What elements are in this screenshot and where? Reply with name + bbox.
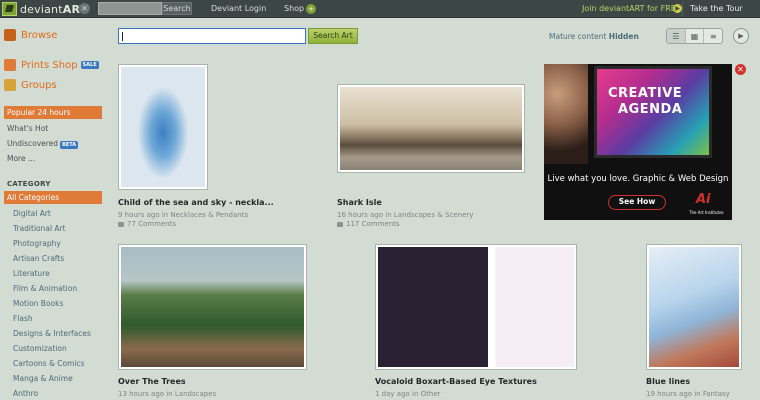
shop-add-icon[interactable]: + [306, 4, 316, 14]
artwork-title[interactable]: Child of the sea and sky - neckla... [118, 198, 274, 207]
shop-bag-icon [4, 59, 16, 71]
beta-badge: BETA [60, 141, 79, 149]
artwork-title[interactable]: Over The Trees [118, 377, 186, 386]
shop-link[interactable]: Shop [284, 4, 304, 13]
ad-tagline: Live what you love. Graphic & Web Design [547, 174, 729, 184]
divider [682, 2, 683, 16]
ad-headline: CREATIVE [608, 86, 683, 101]
category-item[interactable]: Manga & Anime [13, 374, 73, 383]
category-item[interactable]: Anthro [13, 389, 38, 398]
advertisement[interactable]: CREATIVE AGENDA Live what you love. Grap… [544, 64, 732, 220]
join-link[interactable]: Join deviantART for FREE [582, 4, 681, 13]
ad-logo-sub: The Art Institutes [689, 210, 724, 215]
deviantart-logo[interactable]: deviantART [2, 1, 87, 17]
artwork-comments[interactable]: 117 Comments [337, 220, 400, 228]
artwork-thumbnail[interactable] [118, 64, 208, 190]
deviant-login-link[interactable]: Deviant Login [211, 4, 266, 13]
category-item[interactable]: Literature [13, 269, 50, 278]
list-view-icon[interactable]: ☰ [667, 29, 686, 43]
browse-label: Browse [21, 29, 58, 41]
browse-icon [4, 29, 16, 41]
close-icon[interactable]: ✕ [79, 3, 90, 14]
arrow-right-icon[interactable]: ▶ [673, 4, 682, 13]
logo-text: deviantART [20, 2, 88, 16]
over-the-trees-image [121, 247, 304, 367]
prints-label: Prints Shop [21, 59, 78, 71]
category-item[interactable]: Cartoons & Comics [13, 359, 85, 368]
groups-link[interactable]: Groups [4, 78, 57, 92]
logo-icon [2, 2, 17, 16]
ad-person-image [544, 64, 588, 164]
more-link[interactable]: More ... [7, 154, 35, 163]
ad-headline: AGENDA [618, 102, 683, 117]
artwork-meta: 1 day ago in Other [375, 390, 441, 398]
close-ad-icon[interactable]: ✕ [735, 64, 746, 75]
category-item[interactable]: Customization [13, 344, 67, 353]
play-icon[interactable]: ▶ [733, 28, 749, 44]
artwork-title[interactable]: Blue lines [646, 377, 690, 386]
popular-24-hours-tab[interactable]: Popular 24 hours [4, 106, 102, 119]
artwork-thumbnail[interactable] [337, 84, 525, 173]
mature-content-toggle[interactable]: Mature content Hidden [549, 32, 639, 41]
view-mode-group: ☰ ▦ ≡ [666, 28, 723, 44]
eye-textures-image [378, 247, 574, 367]
artwork-meta: 9 hours ago in Necklaces & Pendants [118, 211, 249, 219]
prints-shop-link[interactable]: Prints Shop SALE [4, 58, 99, 72]
undiscovered-link[interactable]: Undiscovered BETA [7, 139, 79, 149]
artwork-title[interactable]: Vocaloid Boxart-Based Eye Textures [375, 377, 537, 386]
top-search-input[interactable] [98, 2, 162, 15]
category-item[interactable]: Digital Art [13, 209, 51, 218]
search-art-input[interactable] [118, 28, 306, 44]
category-item[interactable]: Flash [13, 314, 33, 323]
category-item[interactable]: Film & Animation [13, 284, 77, 293]
ad-logo: Ai [696, 192, 711, 207]
groups-label: Groups [21, 79, 57, 91]
ad-see-how-button[interactable]: See How [608, 195, 666, 210]
sale-badge: SALE [80, 61, 99, 69]
all-categories-tab[interactable]: All Categories [4, 191, 102, 204]
top-bar: deviantART ✕ Search Deviant Login Shop +… [0, 0, 760, 18]
necklace-image [121, 67, 205, 187]
browse-link[interactable]: Browse [4, 28, 57, 42]
search-art-button[interactable]: Search Art [308, 28, 358, 44]
category-item[interactable]: Motion Books [13, 299, 63, 308]
groups-icon [4, 79, 16, 91]
detail-view-icon[interactable]: ≡ [704, 29, 722, 43]
category-item[interactable]: Photography [13, 239, 61, 248]
grid-view-icon[interactable]: ▦ [686, 29, 705, 43]
artwork-meta: 16 hours ago in Landscapes & Scenery [337, 211, 474, 219]
artwork-title[interactable]: Shark Isle [337, 198, 382, 207]
artwork-thumbnail[interactable] [646, 244, 742, 370]
tour-link[interactable]: Take the Tour [690, 4, 743, 13]
artwork-thumbnail[interactable] [118, 244, 307, 370]
artwork-meta: 19 hours ago in Fantasy [646, 390, 730, 398]
shark-isle-image [340, 87, 522, 170]
category-item[interactable]: Designs & Interfaces [13, 329, 91, 338]
category-item[interactable]: Traditional Art [13, 224, 66, 233]
artwork-comments[interactable]: 77 Comments [118, 220, 176, 228]
whats-hot-link[interactable]: What's Hot [7, 124, 48, 133]
category-heading: CATEGORY [7, 180, 51, 188]
category-item[interactable]: Artisan Crafts [13, 254, 64, 263]
artwork-thumbnail[interactable] [375, 244, 577, 370]
artwork-meta: 13 hours ago in Landscapes [118, 390, 217, 398]
top-search-button[interactable]: Search [162, 2, 192, 15]
blue-lines-image [649, 247, 739, 367]
